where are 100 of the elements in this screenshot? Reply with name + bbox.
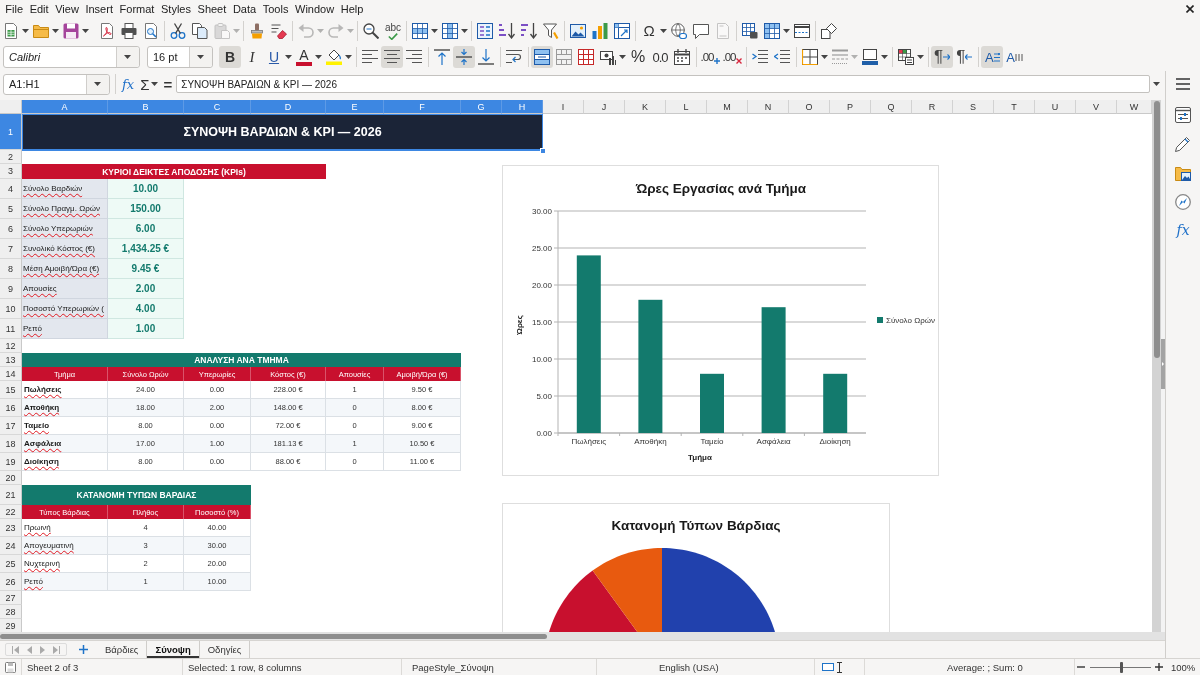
column-header[interactable]: V <box>1076 100 1117 114</box>
sum-button[interactable]: Σ <box>140 75 150 93</box>
name-box[interactable]: A1:H1 <box>3 73 110 95</box>
column-header[interactable]: F <box>384 100 461 114</box>
column-header[interactable]: H <box>502 100 543 114</box>
eraser-icon[interactable] <box>271 22 287 39</box>
align-top-button[interactable] <box>431 46 453 68</box>
column-header[interactable]: C <box>184 100 251 114</box>
sheet-tab[interactable]: Βάρδιες <box>97 641 148 658</box>
print-area-icon[interactable] <box>742 22 758 39</box>
horizontal-scrollbar[interactable] <box>0 632 1165 640</box>
spreadsheet-icon[interactable] <box>3 22 19 39</box>
column-header[interactable]: E <box>326 100 384 114</box>
paint-bucket-icon[interactable] <box>326 49 342 65</box>
menu-icon[interactable] <box>1176 78 1190 90</box>
caret-icon[interactable] <box>94 82 101 86</box>
caret-icon[interactable] <box>52 28 59 33</box>
row-header[interactable]: 9 <box>0 279 22 299</box>
sort-descending-icon[interactable] <box>521 22 537 39</box>
column-header[interactable]: T <box>994 100 1035 114</box>
number-format-button[interactable]: 0.0 <box>649 46 671 68</box>
split-window-icon[interactable] <box>794 22 810 39</box>
column-header[interactable]: N <box>748 100 789 114</box>
row-header[interactable]: 14 <box>0 367 22 381</box>
row-header[interactable]: 20 <box>0 471 22 485</box>
row-header[interactable]: 25 <box>0 555 22 573</box>
caret-icon[interactable] <box>82 28 89 33</box>
caret-icon[interactable] <box>821 55 828 59</box>
column-header[interactable]: S <box>953 100 994 114</box>
pen-icon[interactable] <box>1175 136 1191 152</box>
column-header[interactable]: Q <box>871 100 912 114</box>
menu-item[interactable]: Data <box>229 1 260 17</box>
row-header[interactable]: 15 <box>0 381 22 399</box>
text-ttb-button[interactable]: A <box>1003 46 1026 68</box>
row-header[interactable]: 8 <box>0 259 22 279</box>
skip-start-icon[interactable] <box>12 645 19 654</box>
money-icon[interactable] <box>600 49 616 65</box>
plus-icon[interactable] <box>79 645 88 654</box>
table-columns-icon[interactable] <box>442 22 458 39</box>
bar-chart-icon[interactable] <box>592 22 608 39</box>
menu-item[interactable]: Tools <box>259 1 292 17</box>
font-size-combobox[interactable]: 16 pt <box>147 46 213 68</box>
document-magnifier-icon[interactable] <box>143 22 159 39</box>
column-header[interactable]: W <box>1117 100 1152 114</box>
caret-icon[interactable] <box>917 55 924 59</box>
row-header[interactable]: 5 <box>0 199 22 219</box>
sort-icon[interactable] <box>477 22 493 39</box>
column-header[interactable]: B <box>108 100 184 114</box>
align-middle-button[interactable] <box>453 46 475 68</box>
row-header[interactable]: 23 <box>0 519 22 537</box>
hyperlink-icon[interactable] <box>671 22 687 39</box>
caret-icon[interactable] <box>881 55 888 59</box>
column-header[interactable]: A <box>22 100 108 114</box>
percent-button[interactable]: % <box>627 46 649 68</box>
row-header[interactable]: 28 <box>0 605 22 619</box>
sliders-panel-icon[interactable] <box>1175 107 1191 123</box>
sheet-tab[interactable]: Σύνοψη <box>147 641 200 658</box>
row-header[interactable]: 11 <box>0 319 22 339</box>
sheet-tab[interactable]: Οδηγίες <box>199 641 251 658</box>
caret-icon[interactable] <box>431 28 438 33</box>
compass-icon[interactable] <box>1175 194 1191 210</box>
add-decimal-button[interactable]: .00 <box>699 46 721 68</box>
menu-item[interactable]: Format <box>116 1 158 17</box>
column-header[interactable]: U <box>1035 100 1076 114</box>
caret-icon[interactable] <box>124 55 131 59</box>
column-header[interactable]: L <box>666 100 707 114</box>
caret-icon[interactable] <box>619 55 626 59</box>
caret-icon[interactable] <box>1153 82 1161 86</box>
row-header[interactable]: 21 <box>0 485 22 505</box>
close-icon[interactable] <box>1186 5 1194 13</box>
column-header[interactable]: P <box>830 100 871 114</box>
align-center-button[interactable] <box>381 46 403 68</box>
shapes-icon[interactable] <box>821 22 837 39</box>
underline-button[interactable]: U <box>263 46 285 68</box>
caret-icon[interactable] <box>151 82 159 86</box>
column-header[interactable]: K <box>625 100 666 114</box>
wrap-text-icon[interactable] <box>506 49 522 65</box>
caret-icon[interactable] <box>461 28 468 33</box>
paintbrush-icon[interactable] <box>249 22 265 39</box>
function-wizard-button[interactable]: fx <box>122 76 135 92</box>
row-header[interactable]: 12 <box>0 339 22 353</box>
indent-decrease-icon[interactable] <box>774 49 790 65</box>
split-grid-icon[interactable] <box>578 49 594 65</box>
column-header[interactable]: R <box>912 100 953 114</box>
row-header[interactable]: 29 <box>0 619 22 632</box>
handle-icon[interactable] <box>540 148 546 154</box>
indent-increase-icon[interactable] <box>752 49 768 65</box>
caret-icon[interactable] <box>660 28 667 33</box>
pivot-table-icon[interactable] <box>614 22 630 39</box>
caret-icon[interactable] <box>345 55 352 59</box>
row-header[interactable]: 18 <box>0 435 22 453</box>
menu-item[interactable]: Styles <box>157 1 195 17</box>
column-header[interactable]: D <box>251 100 326 114</box>
row-header[interactable]: 2 <box>0 150 22 164</box>
menu-item[interactable]: Insert <box>82 1 117 17</box>
italic-button[interactable]: I <box>241 46 263 68</box>
scissors-icon[interactable] <box>170 22 186 39</box>
row-header[interactable]: 24 <box>0 537 22 555</box>
column-header[interactable]: O <box>789 100 830 114</box>
row-header[interactable]: 17 <box>0 417 22 435</box>
